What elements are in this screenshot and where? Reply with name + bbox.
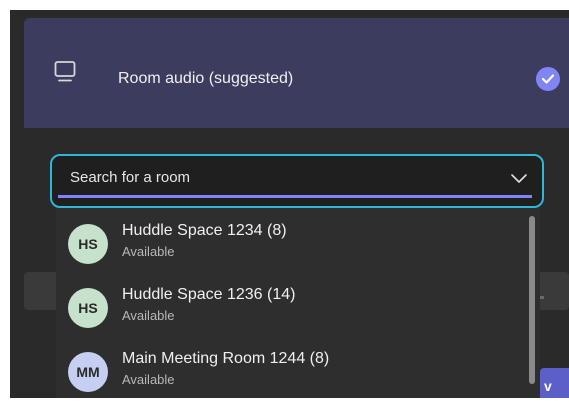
avatar: HS <box>68 288 108 328</box>
avatar: MM <box>68 352 108 392</box>
background-option-indicator <box>540 296 544 299</box>
room-search-combobox[interactable] <box>50 154 544 208</box>
window-frame-bottom <box>0 398 569 404</box>
window-frame-top <box>0 0 569 10</box>
room-list-item[interactable]: MM Main Meeting Room 1244 (8) Available <box>56 336 526 398</box>
join-button[interactable]: v <box>540 368 569 398</box>
checkmark-icon <box>536 67 560 91</box>
room-search-input[interactable] <box>58 160 532 198</box>
room-audio-option[interactable]: Room audio (suggested) <box>24 18 569 128</box>
monitor-icon <box>54 60 76 84</box>
audio-settings-panel: Room audio (suggested) v HS Huddle Space… <box>10 10 569 398</box>
chevron-down-icon[interactable] <box>510 171 528 189</box>
scrollbar[interactable] <box>529 216 535 384</box>
room-name: Huddle Space 1234 (8) <box>122 222 287 239</box>
room-name: Huddle Space 1236 (14) <box>122 286 296 303</box>
window-frame-left <box>0 0 10 404</box>
room-results-list: HS Huddle Space 1234 (8) Available HS Hu… <box>56 208 540 398</box>
room-list-item[interactable]: HS Huddle Space 1234 (8) Available <box>56 208 526 270</box>
room-name: Main Meeting Room 1244 (8) <box>122 350 330 367</box>
room-list-item[interactable]: HS Huddle Space 1236 (14) Available <box>56 272 526 334</box>
room-status: Available <box>122 308 175 323</box>
join-button-label: v <box>544 378 552 394</box>
room-status: Available <box>122 244 175 259</box>
room-audio-label: Room audio (suggested) <box>118 70 294 87</box>
room-status: Available <box>122 372 175 387</box>
avatar: HS <box>68 224 108 264</box>
